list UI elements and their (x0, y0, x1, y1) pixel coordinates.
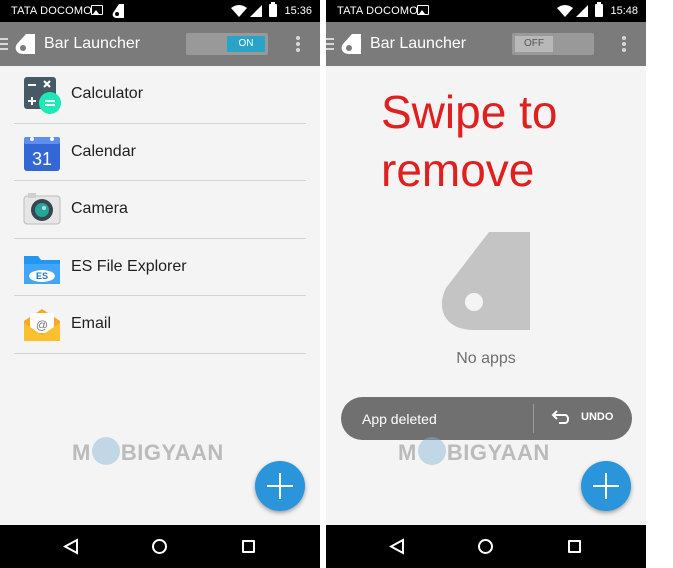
overflow-menu-icon[interactable] (622, 36, 626, 52)
bar-launcher-logo-icon (341, 34, 361, 54)
back-icon[interactable] (389, 538, 405, 555)
watermark-logo-icon (417, 437, 446, 466)
watermark-prefix: M (398, 440, 417, 465)
add-app-button[interactable] (581, 461, 631, 511)
gallery-notification-icon (417, 5, 429, 15)
right-phone-screen: TATA DOCOMO 15:48 Bar Launcher OFF Swipe… (326, 0, 646, 568)
list-item-camera[interactable]: Camera (14, 181, 306, 239)
watermark-prefix: M (72, 440, 91, 465)
add-app-button[interactable] (255, 461, 305, 511)
navigation-bar (326, 525, 646, 568)
app-bar: Bar Launcher ON (0, 22, 320, 66)
gallery-notification-icon (91, 5, 103, 15)
list-item-email[interactable]: @ Email (14, 296, 306, 354)
status-time: 15:48 (610, 5, 638, 17)
calendar-icon: 31 (24, 136, 60, 171)
app-list: Calculator 31 Calendar Camera ES ES File… (14, 66, 306, 354)
left-phone-screen: TATA DOCOMO 15:36 Bar Launcher ON Calcul… (0, 0, 320, 568)
undo-arrow-icon (551, 410, 569, 424)
signal-icon (250, 5, 262, 17)
home-icon[interactable] (152, 539, 167, 554)
recent-apps-icon[interactable] (568, 540, 581, 553)
undo-button[interactable]: UNDO (549, 406, 621, 431)
app-title: Bar Launcher (44, 35, 141, 52)
launcher-toggle[interactable]: OFF (512, 33, 594, 55)
email-icon: @ (24, 309, 60, 341)
snackbar: App deleted UNDO (341, 397, 632, 440)
status-time: 15:36 (284, 5, 312, 17)
battery-icon (269, 2, 277, 17)
app-name-es-file-explorer: ES File Explorer (71, 257, 187, 275)
app-name-email: Email (71, 315, 112, 332)
bar-launcher-notification-icon (112, 4, 124, 18)
list-item-calendar[interactable]: 31 Calendar (14, 124, 306, 181)
wifi-icon (231, 5, 247, 17)
app-bar: Bar Launcher OFF (326, 22, 646, 66)
snackbar-message: App deleted (362, 411, 437, 427)
overflow-menu-icon[interactable] (296, 36, 300, 52)
camera-icon (23, 193, 61, 225)
app-name-calendar: Calendar (71, 142, 136, 160)
signal-icon (576, 5, 588, 17)
bar-launcher-logo-icon (15, 34, 35, 54)
carrier-label: TATA DOCOMO (11, 5, 93, 17)
status-bar: TATA DOCOMO 15:48 (326, 0, 646, 22)
app-title: Bar Launcher (370, 35, 467, 52)
toggle-on-label: ON (227, 36, 265, 52)
empty-state-logo-icon (441, 232, 530, 330)
home-icon[interactable] (478, 539, 493, 554)
carrier-label: TATA DOCOMO (337, 5, 419, 17)
app-name-camera: Camera (71, 200, 128, 217)
status-bar: TATA DOCOMO 15:36 (0, 0, 320, 22)
calendar-day-number: 31 (32, 149, 52, 169)
list-item-es-file-explorer[interactable]: ES ES File Explorer (14, 239, 306, 296)
launcher-toggle[interactable]: ON (186, 33, 268, 55)
snackbar-divider (533, 404, 534, 433)
es-file-explorer-icon: ES (24, 255, 60, 284)
drawer-handle-icon[interactable] (326, 38, 336, 50)
empty-state-label: No apps (456, 350, 516, 367)
undo-label: UNDO (581, 411, 614, 423)
drawer-handle-icon[interactable] (0, 38, 10, 50)
watermark-logo-icon (91, 437, 120, 466)
email-at-symbol: @ (36, 318, 48, 332)
app-name-calculator: Calculator (71, 85, 144, 102)
watermark: M BIGYAAN (398, 437, 550, 468)
battery-icon (595, 2, 603, 17)
list-item-calculator[interactable]: Calculator (14, 66, 306, 124)
recent-apps-icon[interactable] (242, 540, 255, 553)
toggle-off-label: OFF (515, 36, 553, 52)
swipe-instruction-line-1: Swipe to (381, 86, 558, 138)
swipe-instruction-line-2: remove (381, 144, 535, 196)
right-margin (646, 0, 673, 568)
back-icon[interactable] (63, 538, 79, 555)
watermark-suffix: BIGYAAN (446, 440, 550, 465)
es-logo-text: ES (36, 271, 48, 281)
watermark-suffix: BIGYAAN (120, 440, 224, 465)
navigation-bar (0, 525, 320, 568)
calculator-icon (24, 77, 61, 114)
wifi-icon (557, 5, 573, 17)
watermark: M BIGYAAN (72, 437, 224, 468)
